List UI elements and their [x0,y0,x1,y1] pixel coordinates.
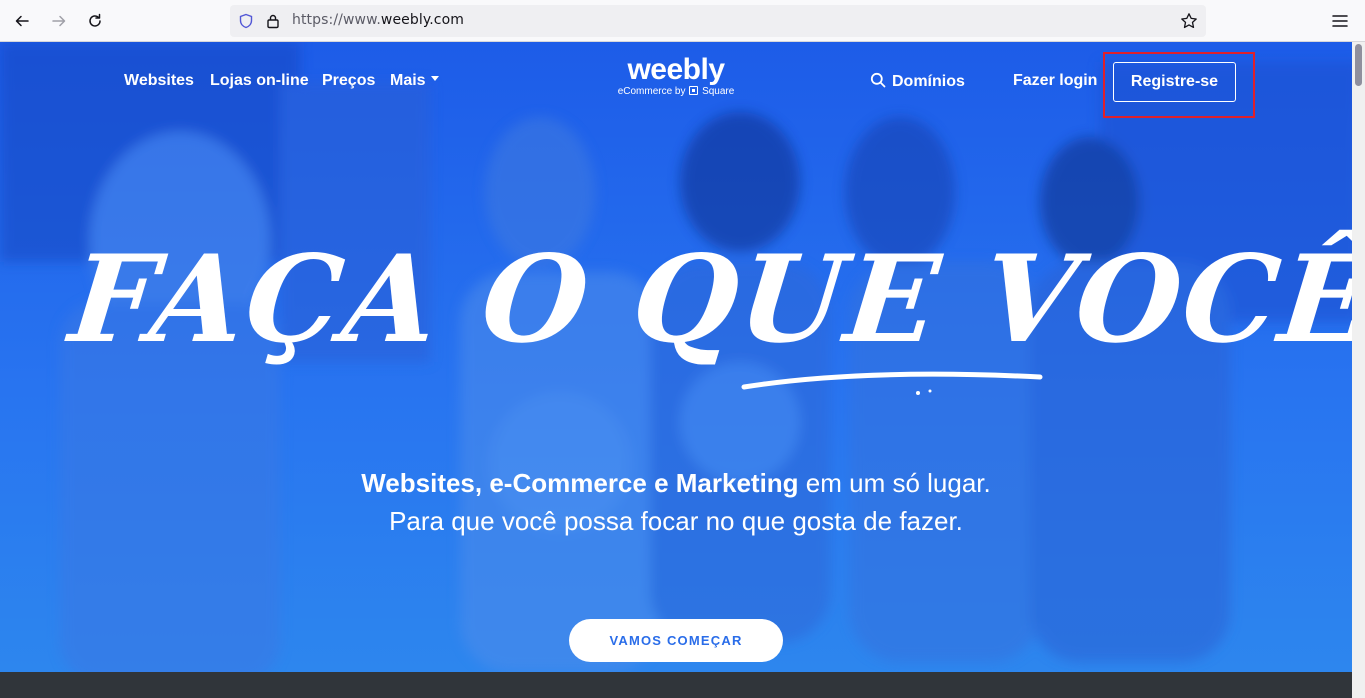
tracking-shield-icon[interactable] [238,13,254,29]
lock-icon[interactable] [265,13,281,29]
logo-wordmark: weebly [627,53,725,86]
square-logo-icon [689,86,699,95]
register-button[interactable]: Registre-se [1113,62,1236,102]
page-viewport: Websites Lojas on-line Preços Mais weebl… [0,42,1352,698]
nav-pricing[interactable]: Preços [322,72,375,90]
forward-button[interactable] [46,8,72,34]
logo-tagline-prefix: eCommerce by [617,86,686,97]
url-domain: weebly.com [380,12,464,28]
next-section-strip [0,672,1352,698]
logo-tagline: eCommerce by Square [606,86,746,98]
brush-underline-icon [741,371,1043,395]
star-icon[interactable] [1180,12,1198,30]
nav-online-stores[interactable]: Lojas on-line [210,72,309,90]
logo-tagline-brand: Square [702,86,735,97]
get-started-button[interactable]: VAMOS COMEÇAR [569,619,783,662]
nav-more[interactable]: Mais [390,72,439,90]
hero-headline: FAÇA O QUE VOCÊ AMA [63,229,1352,370]
scrollbar-thumb[interactable] [1355,44,1362,86]
reload-button[interactable] [82,8,108,34]
url-prefix: https://www. [292,12,381,28]
caret-down-icon [430,76,439,82]
back-button[interactable] [9,8,35,34]
nav-domains[interactable]: Domínios [870,72,965,91]
hero-section: Websites Lojas on-line Preços Mais weebl… [0,42,1352,672]
hero-subtitle: Websites, e-Commerce e Marketing em um s… [340,464,1012,540]
nav-domains-label: Domínios [892,73,965,90]
weebly-logo[interactable]: weebly eCommerce by Square [606,54,746,104]
nav-websites[interactable]: Websites [124,72,194,90]
url-text[interactable]: https://www.weebly.com [292,12,464,28]
page-scrollbar[interactable] [1352,42,1365,698]
hero-subtitle-bold: Websites, e-Commerce e Marketing [361,468,799,498]
arrow-right-icon [52,15,66,27]
address-bar[interactable]: https://www.weebly.com [230,5,1206,37]
search-icon [870,72,886,88]
nav-more-label: Mais [390,72,426,89]
arrow-left-icon [15,15,29,27]
hamburger-menu-icon[interactable] [1330,12,1350,30]
login-link[interactable]: Fazer login [1013,72,1097,90]
browser-toolbar: https://www.weebly.com [0,0,1365,42]
reload-icon [89,13,101,27]
